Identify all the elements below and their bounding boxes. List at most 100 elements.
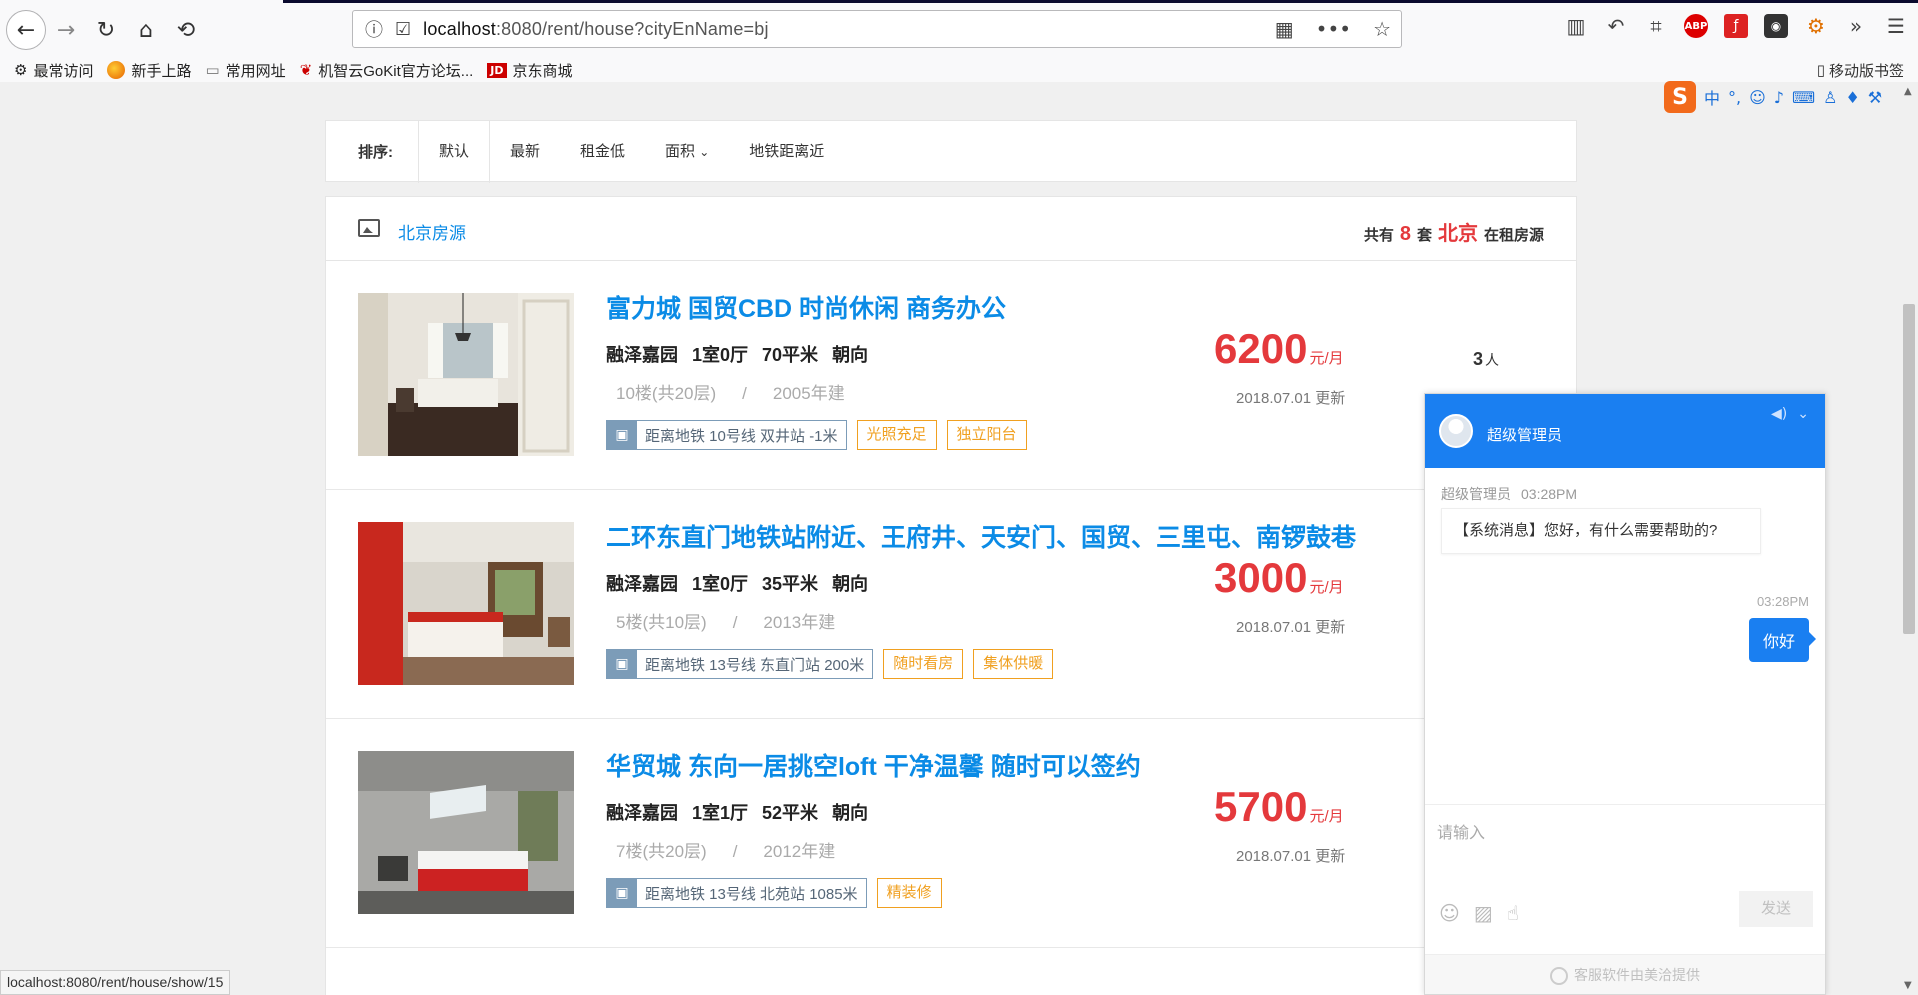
home-button[interactable]: ⌂ bbox=[126, 10, 166, 50]
gear-icon: ⚙ bbox=[14, 61, 28, 79]
punctuation-icon[interactable]: °, bbox=[1728, 88, 1741, 107]
crop-icon[interactable]: ⌗ bbox=[1644, 14, 1668, 38]
ime-language[interactable]: 中 bbox=[1704, 85, 1720, 109]
scroll-down-arrow[interactable]: ▼ bbox=[1904, 980, 1912, 991]
chat-footer: 客服软件由美洽提供 bbox=[1425, 954, 1825, 994]
forward-button[interactable]: → bbox=[46, 10, 86, 50]
phone-icon: ▯ bbox=[1816, 61, 1825, 79]
house-title[interactable]: 二环东直门地铁站附近、王府井、天安门、国贸、三里屯、南锣鼓巷 bbox=[606, 518, 1356, 554]
chat-messages: 超级管理员 03:28PM 【系统消息】您好，有什么需要帮助的? 03:28PM … bbox=[1425, 468, 1825, 804]
listing-count: 共有 8 套北京 在租房源 bbox=[1363, 223, 1544, 245]
permissions-icon[interactable]: ☑ bbox=[395, 19, 411, 40]
house-title[interactable]: 富力城 国贸CBD 时尚休闲 商务办公 bbox=[606, 289, 1006, 325]
bookmark-item[interactable]: ⚙ 最常访问 bbox=[14, 60, 93, 81]
library-icon[interactable]: ▥ bbox=[1564, 14, 1588, 38]
bookmark-item[interactable]: JD 京东商城 bbox=[487, 60, 573, 81]
chat-input-placeholder[interactable]: 请输入 bbox=[1437, 819, 1485, 843]
feature-tag: 独立阳台 bbox=[946, 420, 1027, 450]
house-photo[interactable] bbox=[358, 293, 574, 456]
list-title[interactable]: 北京房源 bbox=[398, 219, 466, 244]
skin-icon[interactable]: ♦ bbox=[1845, 88, 1859, 107]
keyboard-icon[interactable]: ⌨ bbox=[1792, 88, 1815, 107]
update-date: 2018.07.01 更新 bbox=[1236, 390, 1346, 407]
message-meta: 超级管理员 03:28PM bbox=[1441, 486, 1578, 502]
sogou-logo-icon[interactable]: S bbox=[1664, 81, 1696, 113]
meiqia-logo-icon bbox=[1550, 967, 1568, 986]
update-date: 2018.07.01 更新 bbox=[1236, 619, 1346, 636]
chevron-down-icon: ⌄ bbox=[699, 145, 710, 159]
ghostery-icon[interactable]: ◉ bbox=[1764, 14, 1788, 38]
outgoing-time: 03:28PM bbox=[1756, 594, 1809, 609]
scrollbar-thumb[interactable] bbox=[1903, 304, 1915, 634]
bookmark-star-icon[interactable]: ☆ bbox=[1373, 17, 1391, 41]
house-item[interactable]: 华贸城 东向一居挑空loft 干净温馨 随时可以签约 融泽嘉园 1室1厅 52平米朝… bbox=[326, 719, 1576, 948]
menu-icon[interactable]: ☰ bbox=[1884, 14, 1908, 38]
chat-widget: 超级管理员 ◀) ⌄ 超级管理员 03:28PM 【系统消息】您好，有什么需要帮助… bbox=[1424, 393, 1826, 995]
sort-price-low[interactable]: 租金低 bbox=[560, 121, 645, 183]
house-sub-info: 5楼(共10层)/2013年建 bbox=[616, 613, 836, 632]
house-photo[interactable] bbox=[358, 751, 574, 914]
outgoing-message: 你好 bbox=[1748, 618, 1817, 662]
folder-icon: ▭ bbox=[205, 61, 220, 79]
image-icon bbox=[358, 219, 380, 237]
flash-icon[interactable]: ƒ bbox=[1724, 14, 1748, 38]
thumbs-up-icon[interactable]: ☝ bbox=[1507, 901, 1519, 925]
feature-tag: 集体供暖 bbox=[973, 649, 1054, 679]
house-list-panel: 北京房源 共有 8 套北京 在租房源 富力城 国贸CBD 时尚休闲 商务办公 融… bbox=[325, 196, 1577, 995]
metro-tag: ▣ 距离地铁 13号线 北苑站 1085米 bbox=[606, 878, 867, 908]
update-date: 2018.07.01 更新 bbox=[1236, 848, 1346, 865]
sort-default[interactable]: 默认 bbox=[418, 121, 491, 183]
undo-icon[interactable]: ↶ bbox=[1604, 14, 1628, 38]
house-price: 3000 元/月 bbox=[1214, 554, 1344, 601]
microphone-icon[interactable]: ♪ bbox=[1774, 88, 1784, 107]
back-button[interactable]: ← bbox=[6, 10, 46, 50]
house-title[interactable]: 华贸城 东向一居挑空loft 干净温馨 随时可以签约 bbox=[606, 747, 1141, 783]
bookmark-item[interactable]: 新手上路 bbox=[107, 60, 191, 81]
chat-header[interactable]: 超级管理员 ◀) ⌄ bbox=[1425, 394, 1825, 468]
sort-metro-distance[interactable]: 地铁距离近 bbox=[729, 121, 844, 183]
metro-tag: ▣ 距离地铁 13号线 东直门站 200米 bbox=[606, 649, 874, 679]
metro-tag: ▣ 距离地铁 10号线 双井站 -1米 bbox=[606, 420, 847, 450]
bookmark-item[interactable]: ❦ 机智云GoKit官方论坛... bbox=[300, 60, 474, 81]
house-info: 融泽嘉园 1室0厅 35平米 朝向 bbox=[606, 574, 869, 594]
house-item[interactable]: 富力城 国贸CBD 时尚休闲 商务办公 融泽嘉园 1室0厅 70平米 朝向 10楼(共… bbox=[326, 261, 1576, 490]
history-button[interactable]: ⟲ bbox=[166, 10, 206, 50]
house-price: 5700 元/月 bbox=[1214, 783, 1344, 830]
house-tags: ▣ 距离地铁 13号线 东直门站 200米 随时看房 集体供暖 bbox=[606, 649, 1054, 679]
emoji-icon[interactable]: ☺ bbox=[1749, 88, 1766, 107]
page-scrollbar[interactable]: ▲ ▼ bbox=[1900, 82, 1918, 995]
url-bar[interactable]: ⓘ ☑ localhost:8080/rent/house?cityEnName… bbox=[352, 10, 1402, 48]
jd-icon: JD bbox=[487, 62, 507, 78]
chat-input-area[interactable]: 请输入 ☺ ▨ ☝ 发送 bbox=[1425, 804, 1825, 954]
subway-icon: ▣ bbox=[607, 878, 637, 908]
ime-toolbar: S 中 °, ☺ ♪ ⌨ ♙ ♦ ⚒ bbox=[1664, 80, 1882, 114]
agent-avatar bbox=[1439, 414, 1473, 448]
browser-toolbar: ← → ↻ ⌂ ⟲ ⓘ ☑ localhost:8080/rent/house?… bbox=[0, 0, 1918, 58]
bookmark-folder[interactable]: ▭ 常用网址 bbox=[205, 60, 285, 81]
user-icon[interactable]: ♙ bbox=[1823, 88, 1837, 107]
reload-button[interactable]: ↻ bbox=[86, 10, 126, 50]
feature-tag: 精装修 bbox=[876, 878, 942, 908]
viewer-count: 3人 bbox=[1473, 349, 1500, 369]
overflow-icon[interactable]: » bbox=[1844, 14, 1868, 38]
house-photo[interactable] bbox=[358, 522, 574, 685]
more-actions-icon[interactable]: ••• bbox=[1316, 17, 1351, 41]
sound-icon[interactable]: ◀) bbox=[1771, 406, 1787, 422]
info-icon[interactable]: ⓘ bbox=[365, 16, 383, 42]
qr-code-icon[interactable]: ▦ bbox=[1275, 17, 1294, 41]
extension-gear-icon[interactable]: ⚙ bbox=[1804, 14, 1828, 38]
firefox-icon bbox=[107, 61, 126, 79]
mobile-bookmarks[interactable]: ▯ 移动版书签 bbox=[1817, 58, 1904, 82]
scroll-up-arrow[interactable]: ▲ bbox=[1904, 86, 1912, 97]
emoji-icon[interactable]: ☺ bbox=[1439, 901, 1460, 925]
adblock-icon[interactable]: ABP bbox=[1684, 14, 1708, 38]
image-upload-icon[interactable]: ▨ bbox=[1474, 901, 1493, 925]
house-item[interactable]: 二环东直门地铁站附近、王府井、天安门、国贸、三里屯、南锣鼓巷 融泽嘉园 1室0厅 3… bbox=[326, 490, 1576, 719]
send-button[interactable]: 发送 bbox=[1739, 891, 1813, 927]
sort-area[interactable]: 面积 ⌄ bbox=[645, 121, 729, 183]
url-text[interactable]: localhost:8080/rent/house?cityEnName=bj bbox=[423, 19, 769, 40]
minimize-chevron-icon[interactable]: ⌄ bbox=[1797, 406, 1809, 422]
feature-tag: 光照充足 bbox=[856, 420, 937, 450]
wrench-icon[interactable]: ⚒ bbox=[1868, 88, 1882, 107]
sort-newest[interactable]: 最新 bbox=[490, 121, 560, 183]
